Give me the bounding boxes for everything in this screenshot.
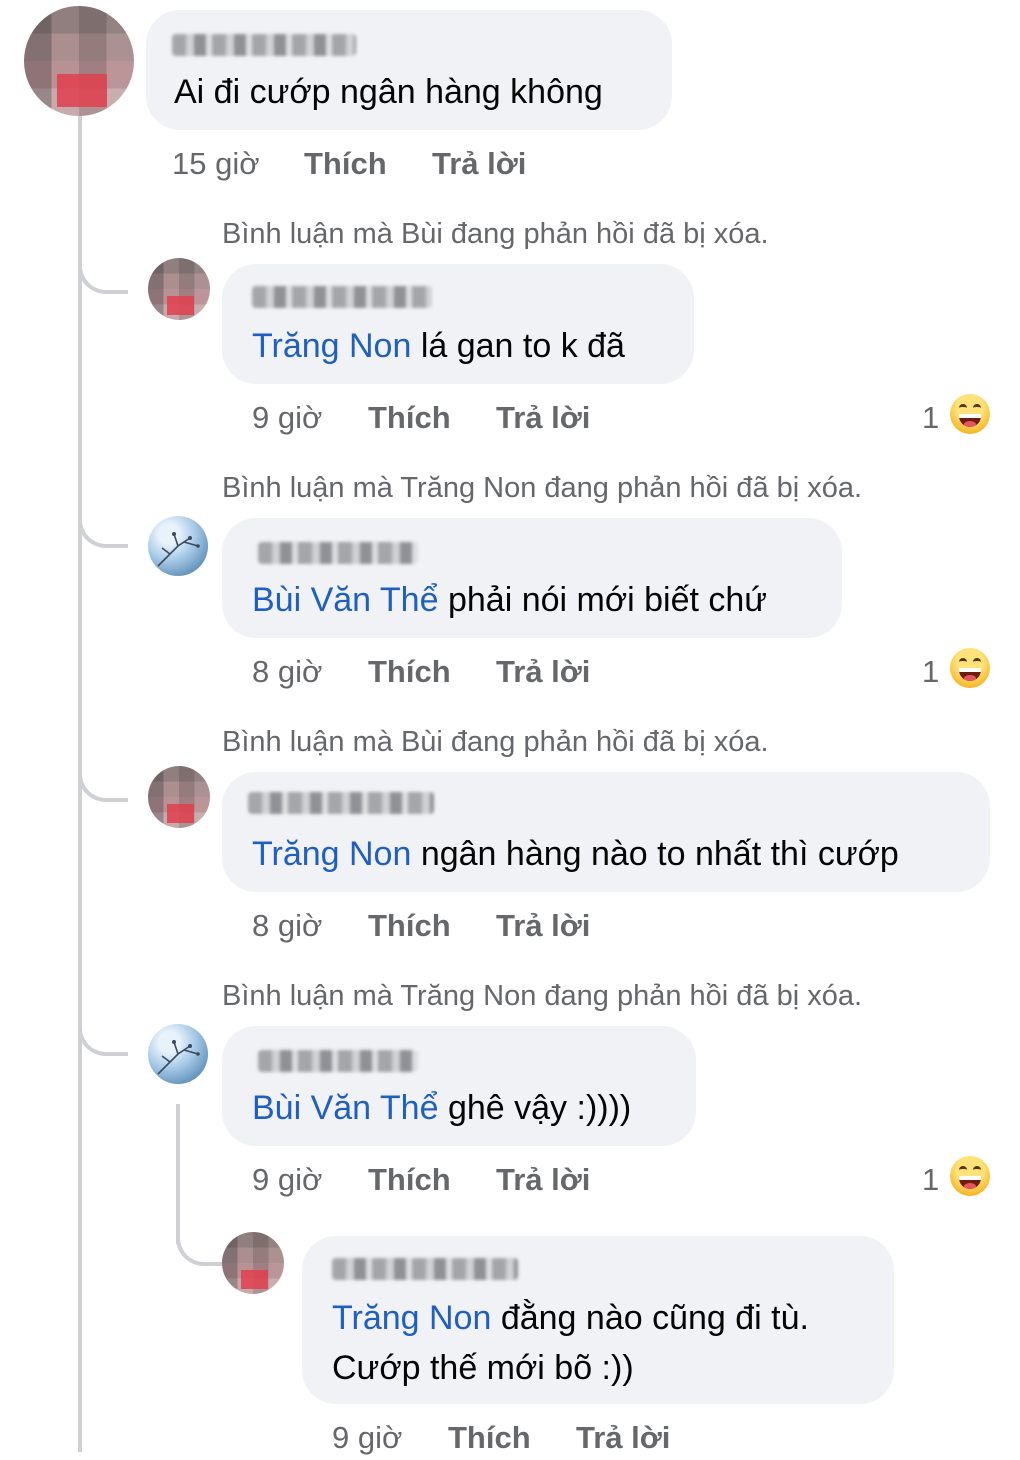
deleted-notice: Bình luận mà Bùi đang phản hồi đã bị xóa…: [222, 218, 769, 250]
comment-text: Ai đi cướp ngân hàng không: [174, 73, 603, 111]
author-name-redacted[interactable]: [252, 286, 432, 308]
like-button[interactable]: Thích: [368, 1162, 451, 1198]
timestamp[interactable]: 9 giờ: [252, 400, 322, 436]
comment-text: Bùi Văn Thể ghê vậy :)))): [252, 1089, 632, 1127]
avatar[interactable]: [148, 766, 210, 828]
author-name-redacted[interactable]: [172, 34, 356, 56]
deleted-notice: Bình luận mà Trăng Non đang phản hồi đã …: [222, 472, 863, 504]
comment-actions: 9 giờ Thích Trả lời: [252, 400, 652, 440]
avatar[interactable]: [24, 6, 134, 116]
comment-bubble: Ai đi cướp ngân hàng không: [146, 10, 672, 130]
comment-actions: 15 giờ Thích Trả lời: [172, 146, 572, 186]
avatar[interactable]: [148, 516, 208, 576]
reaction-count[interactable]: 1: [922, 654, 939, 690]
thread-connector: [78, 494, 128, 548]
comment-text: Bùi Văn Thể phải nói mới biết chứ: [252, 581, 768, 619]
like-button[interactable]: Thích: [368, 400, 451, 436]
like-button[interactable]: Thích: [304, 146, 387, 182]
comment-actions: 9 giờ Thích Trả lời: [332, 1420, 732, 1460]
deleted-notice: Bình luận mà Bùi đang phản hồi đã bị xóa…: [222, 726, 769, 758]
comment-text: Trăng Non ngân hàng nào to nhất thì cướp: [252, 835, 899, 873]
author-name-redacted[interactable]: [258, 1050, 418, 1072]
thread-connector: [78, 1002, 128, 1056]
mention-link[interactable]: Bùi Văn Thể: [252, 581, 439, 619]
comment-bubble: Trăng Non lá gan to k đã: [222, 264, 694, 384]
like-button[interactable]: Thích: [448, 1420, 531, 1456]
reply-button[interactable]: Trả lời: [432, 146, 526, 182]
timestamp[interactable]: 15 giờ: [172, 146, 260, 182]
reaction-count[interactable]: 1: [922, 400, 939, 436]
reply-button[interactable]: Trả lời: [496, 654, 590, 690]
comment-actions: 9 giờ Thích Trả lời: [252, 1162, 652, 1202]
timestamp[interactable]: 9 giờ: [252, 1162, 322, 1198]
avatar[interactable]: [222, 1232, 284, 1294]
like-button[interactable]: Thích: [368, 654, 451, 690]
avatar[interactable]: [148, 1024, 208, 1084]
comment-bubble: Trăng Non ngân hàng nào to nhất thì cướp: [222, 772, 990, 892]
haha-emoji-icon[interactable]: [950, 394, 990, 434]
reply-button[interactable]: Trả lời: [496, 908, 590, 944]
thread-connector-nested: [176, 1214, 224, 1266]
timestamp[interactable]: 8 giờ: [252, 654, 322, 690]
haha-emoji-icon[interactable]: [950, 1156, 990, 1196]
mention-link[interactable]: Trăng Non: [252, 835, 411, 873]
author-name-redacted[interactable]: [248, 792, 434, 814]
thread-connector: [78, 748, 128, 802]
comment-actions: 8 giờ Thích Trả lời: [252, 654, 652, 694]
comment-bubble: Bùi Văn Thể phải nói mới biết chứ: [222, 518, 842, 638]
comment-bubble: Trăng Non đằng nào cũng đi tù. Cướp thế …: [302, 1236, 894, 1404]
deleted-notice: Bình luận mà Trăng Non đang phản hồi đã …: [222, 980, 863, 1012]
mention-link[interactable]: Trăng Non: [252, 327, 411, 365]
like-button[interactable]: Thích: [368, 908, 451, 944]
mention-link[interactable]: Bùi Văn Thể: [252, 1089, 439, 1127]
comment-text-line2: Cướp thế mới bõ :)): [332, 1349, 634, 1387]
comment-text: Trăng Non lá gan to k đã: [252, 327, 625, 365]
timestamp[interactable]: 9 giờ: [332, 1420, 402, 1456]
thread-connector: [78, 240, 128, 294]
comment-text: Trăng Non đằng nào cũng đi tù.: [332, 1299, 809, 1337]
author-name-redacted[interactable]: [332, 1258, 518, 1280]
timestamp[interactable]: 8 giờ: [252, 908, 322, 944]
reply-button[interactable]: Trả lời: [576, 1420, 670, 1456]
comment-actions: 8 giờ Thích Trả lời: [252, 908, 652, 948]
haha-emoji-icon[interactable]: [950, 648, 990, 688]
comment-bubble: Bùi Văn Thể ghê vậy :)))): [222, 1026, 696, 1146]
reply-button[interactable]: Trả lời: [496, 1162, 590, 1198]
mention-link[interactable]: Trăng Non: [332, 1299, 491, 1337]
author-name-redacted[interactable]: [258, 542, 418, 564]
avatar[interactable]: [148, 258, 210, 320]
reaction-count[interactable]: 1: [922, 1162, 939, 1198]
reply-button[interactable]: Trả lời: [496, 400, 590, 436]
